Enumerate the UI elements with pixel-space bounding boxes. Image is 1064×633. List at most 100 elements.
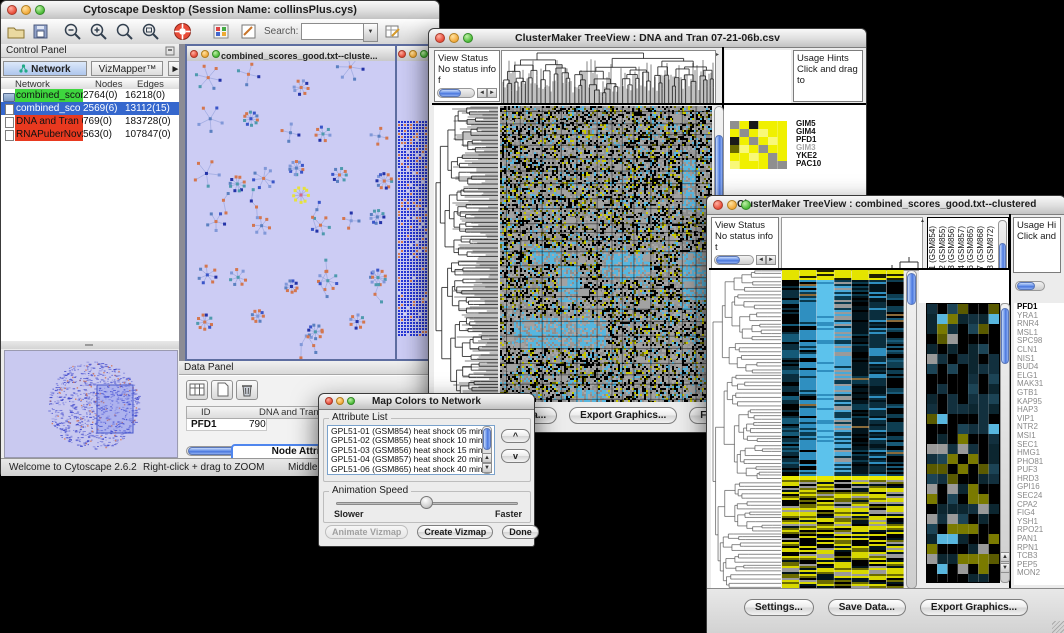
network-table-row[interactable]: DNA and Tran 07 769(0) 183728(0) [1, 115, 179, 128]
dna-row-dendrogram[interactable] [434, 106, 498, 402]
move-up-button[interactable]: ^ [501, 429, 530, 443]
minimize-icon[interactable] [449, 33, 459, 43]
combined-heatmap[interactable] [782, 270, 904, 589]
vscroll-thumb[interactable] [1001, 308, 1009, 364]
table-edit-icon[interactable] [383, 22, 403, 41]
help-lifering-icon[interactable] [173, 22, 193, 41]
network-table-row[interactable]: combined_scores 2764(0) 16218(0) [1, 89, 179, 102]
list-vscrollbar[interactable]: ▲ ▼ [482, 426, 492, 474]
select-attributes-button[interactable] [186, 380, 208, 400]
tab-network[interactable]: Network [3, 61, 87, 76]
tab-vizmapper[interactable]: VizMapper™ [91, 61, 163, 76]
attribute-list[interactable]: GPL51-01 (GSM854) heat shock 05 minGPL51… [327, 425, 495, 475]
move-down-button[interactable]: v [501, 449, 530, 463]
matrix-row-label[interactable]: PFD1 [796, 136, 821, 144]
scroll-left-icon[interactable]: ◄ [756, 255, 766, 265]
combined-vscrollbar[interactable] [906, 270, 917, 589]
dialog-action-button[interactable]: Create Vizmap [417, 525, 493, 539]
scroll-left-icon[interactable]: ◄ [477, 88, 487, 98]
search-dropdown-icon[interactable]: ▼ [363, 23, 378, 42]
dna-titlebar[interactable]: ClusterMaker TreeView : DNA and Tran 07-… [429, 29, 866, 48]
close-icon[interactable] [713, 200, 723, 210]
scroll-right-icon[interactable]: ► [487, 88, 497, 98]
search-input[interactable] [301, 23, 365, 40]
combined-action-button[interactable]: Settings... [744, 599, 814, 616]
dna-action-button[interactable]: Export Graphics... [569, 407, 677, 424]
dna-heatmap[interactable] [500, 106, 712, 402]
dialog-titlebar[interactable]: Map Colors to Network [319, 394, 534, 410]
hints-hscrollbar[interactable] [1015, 281, 1045, 291]
vscroll-thumb[interactable] [907, 273, 916, 305]
birdseye-view[interactable] [4, 350, 178, 458]
close-icon[interactable] [325, 397, 333, 405]
close-icon[interactable] [190, 50, 198, 58]
combined-column-dendrogram[interactable] [781, 217, 923, 271]
hscroll-thumb[interactable] [439, 89, 461, 97]
gene-list-item[interactable]: MON2 [1017, 569, 1064, 578]
minimize-icon[interactable] [727, 200, 737, 210]
create-attribute-button[interactable] [211, 380, 233, 400]
hscroll-thumb[interactable] [1017, 282, 1035, 290]
network-table-row[interactable]: combined_sco 2569(6) 13112(15) [1, 102, 179, 115]
dialog-action-button[interactable]: Done [502, 525, 539, 539]
minimize-icon[interactable] [201, 50, 209, 58]
scroll-up-icon[interactable]: ▲ [1000, 552, 1010, 562]
panel-splitter[interactable] [1, 341, 179, 349]
speed-slider-thumb[interactable] [420, 496, 433, 509]
scroll-down-icon[interactable]: ▼ [1000, 563, 1010, 573]
combined-row-dendrogram[interactable] [711, 270, 781, 589]
matrix-row-label[interactable]: PAC10 [796, 160, 821, 168]
scroll-down-icon[interactable]: ▼ [482, 463, 492, 473]
matrix-row-label[interactable]: GIM5 [796, 120, 821, 128]
main-titlebar[interactable]: Cytoscape Desktop (Session Name: collins… [1, 1, 439, 20]
combined-titlebar[interactable]: ClusterMaker TreeView : combined_scores_… [707, 196, 1064, 215]
zoom-in-icon[interactable] [89, 22, 109, 41]
dialog-action-button[interactable]: Animate Vizmap [325, 525, 408, 539]
zoom-out-icon[interactable] [63, 22, 83, 41]
zoom-selected-icon[interactable] [115, 22, 135, 41]
combined-action-button[interactable]: Save Data... [828, 599, 906, 616]
zoom-window-icon[interactable] [463, 33, 473, 43]
delete-attribute-button[interactable] [236, 380, 258, 400]
network-table-row[interactable]: RNAPuberNov2+I 563(0) 107847(0) [1, 128, 179, 141]
zoom-window-icon[interactable] [420, 50, 428, 58]
matrix-row-label[interactable]: GIM3 [796, 144, 821, 152]
zoom-vscrollbar[interactable]: ▲ ▼ [1000, 303, 1010, 583]
combined-action-button[interactable]: Export Graphics... [920, 599, 1028, 616]
matrix-row-label[interactable]: YKE2 [796, 152, 821, 160]
scroll-up-icon[interactable]: ▲ [920, 218, 925, 224]
dna-yellow-matrix[interactable] [730, 121, 787, 169]
status-hscrollbar[interactable] [437, 88, 475, 98]
status-hscrollbar[interactable] [714, 255, 754, 265]
vizmapper-grid-icon[interactable] [211, 22, 231, 41]
zoom-window-icon[interactable] [741, 200, 751, 210]
attribute-list-item[interactable]: GPL51-07 (GSM868) heat shock 60 min [331, 474, 494, 475]
save-session-button[interactable] [31, 22, 51, 41]
minimize-icon[interactable] [336, 397, 344, 405]
expand-right-icon[interactable]: ▸ [716, 51, 719, 58]
open-session-button[interactable] [6, 22, 26, 41]
minimize-icon[interactable] [409, 50, 417, 58]
network-canvas[interactable] [187, 61, 395, 359]
hscroll-thumb[interactable] [716, 256, 740, 264]
close-icon[interactable] [435, 33, 445, 43]
annotation-icon[interactable] [239, 22, 259, 41]
network-view-window[interactable]: combined_scores_good.txt--cluste... [185, 44, 397, 361]
close-icon[interactable] [7, 5, 17, 15]
float-panel-icon[interactable] [165, 46, 175, 56]
zoom-heatmap[interactable] [926, 303, 1000, 583]
zoom-window-icon[interactable] [212, 50, 220, 58]
network-window-titlebar[interactable]: combined_scores_good.txt--cluste... [187, 46, 395, 62]
attribute-table-row[interactable]: PFD1 790 [186, 419, 267, 431]
dna-column-dendrogram[interactable] [501, 50, 716, 105]
scroll-up-icon[interactable]: ▲ [482, 453, 492, 463]
zoom-fit-icon[interactable] [141, 22, 161, 41]
close-icon[interactable] [398, 50, 406, 58]
scroll-right-icon[interactable]: ► [766, 255, 776, 265]
matrix-row-label[interactable]: GIM4 [796, 128, 821, 136]
vscroll-thumb[interactable] [483, 428, 491, 450]
minimize-icon[interactable] [21, 5, 31, 15]
zoom-window-icon[interactable] [35, 5, 45, 15]
zoom-window-icon[interactable] [347, 397, 355, 405]
resize-grip[interactable] [1052, 621, 1064, 633]
